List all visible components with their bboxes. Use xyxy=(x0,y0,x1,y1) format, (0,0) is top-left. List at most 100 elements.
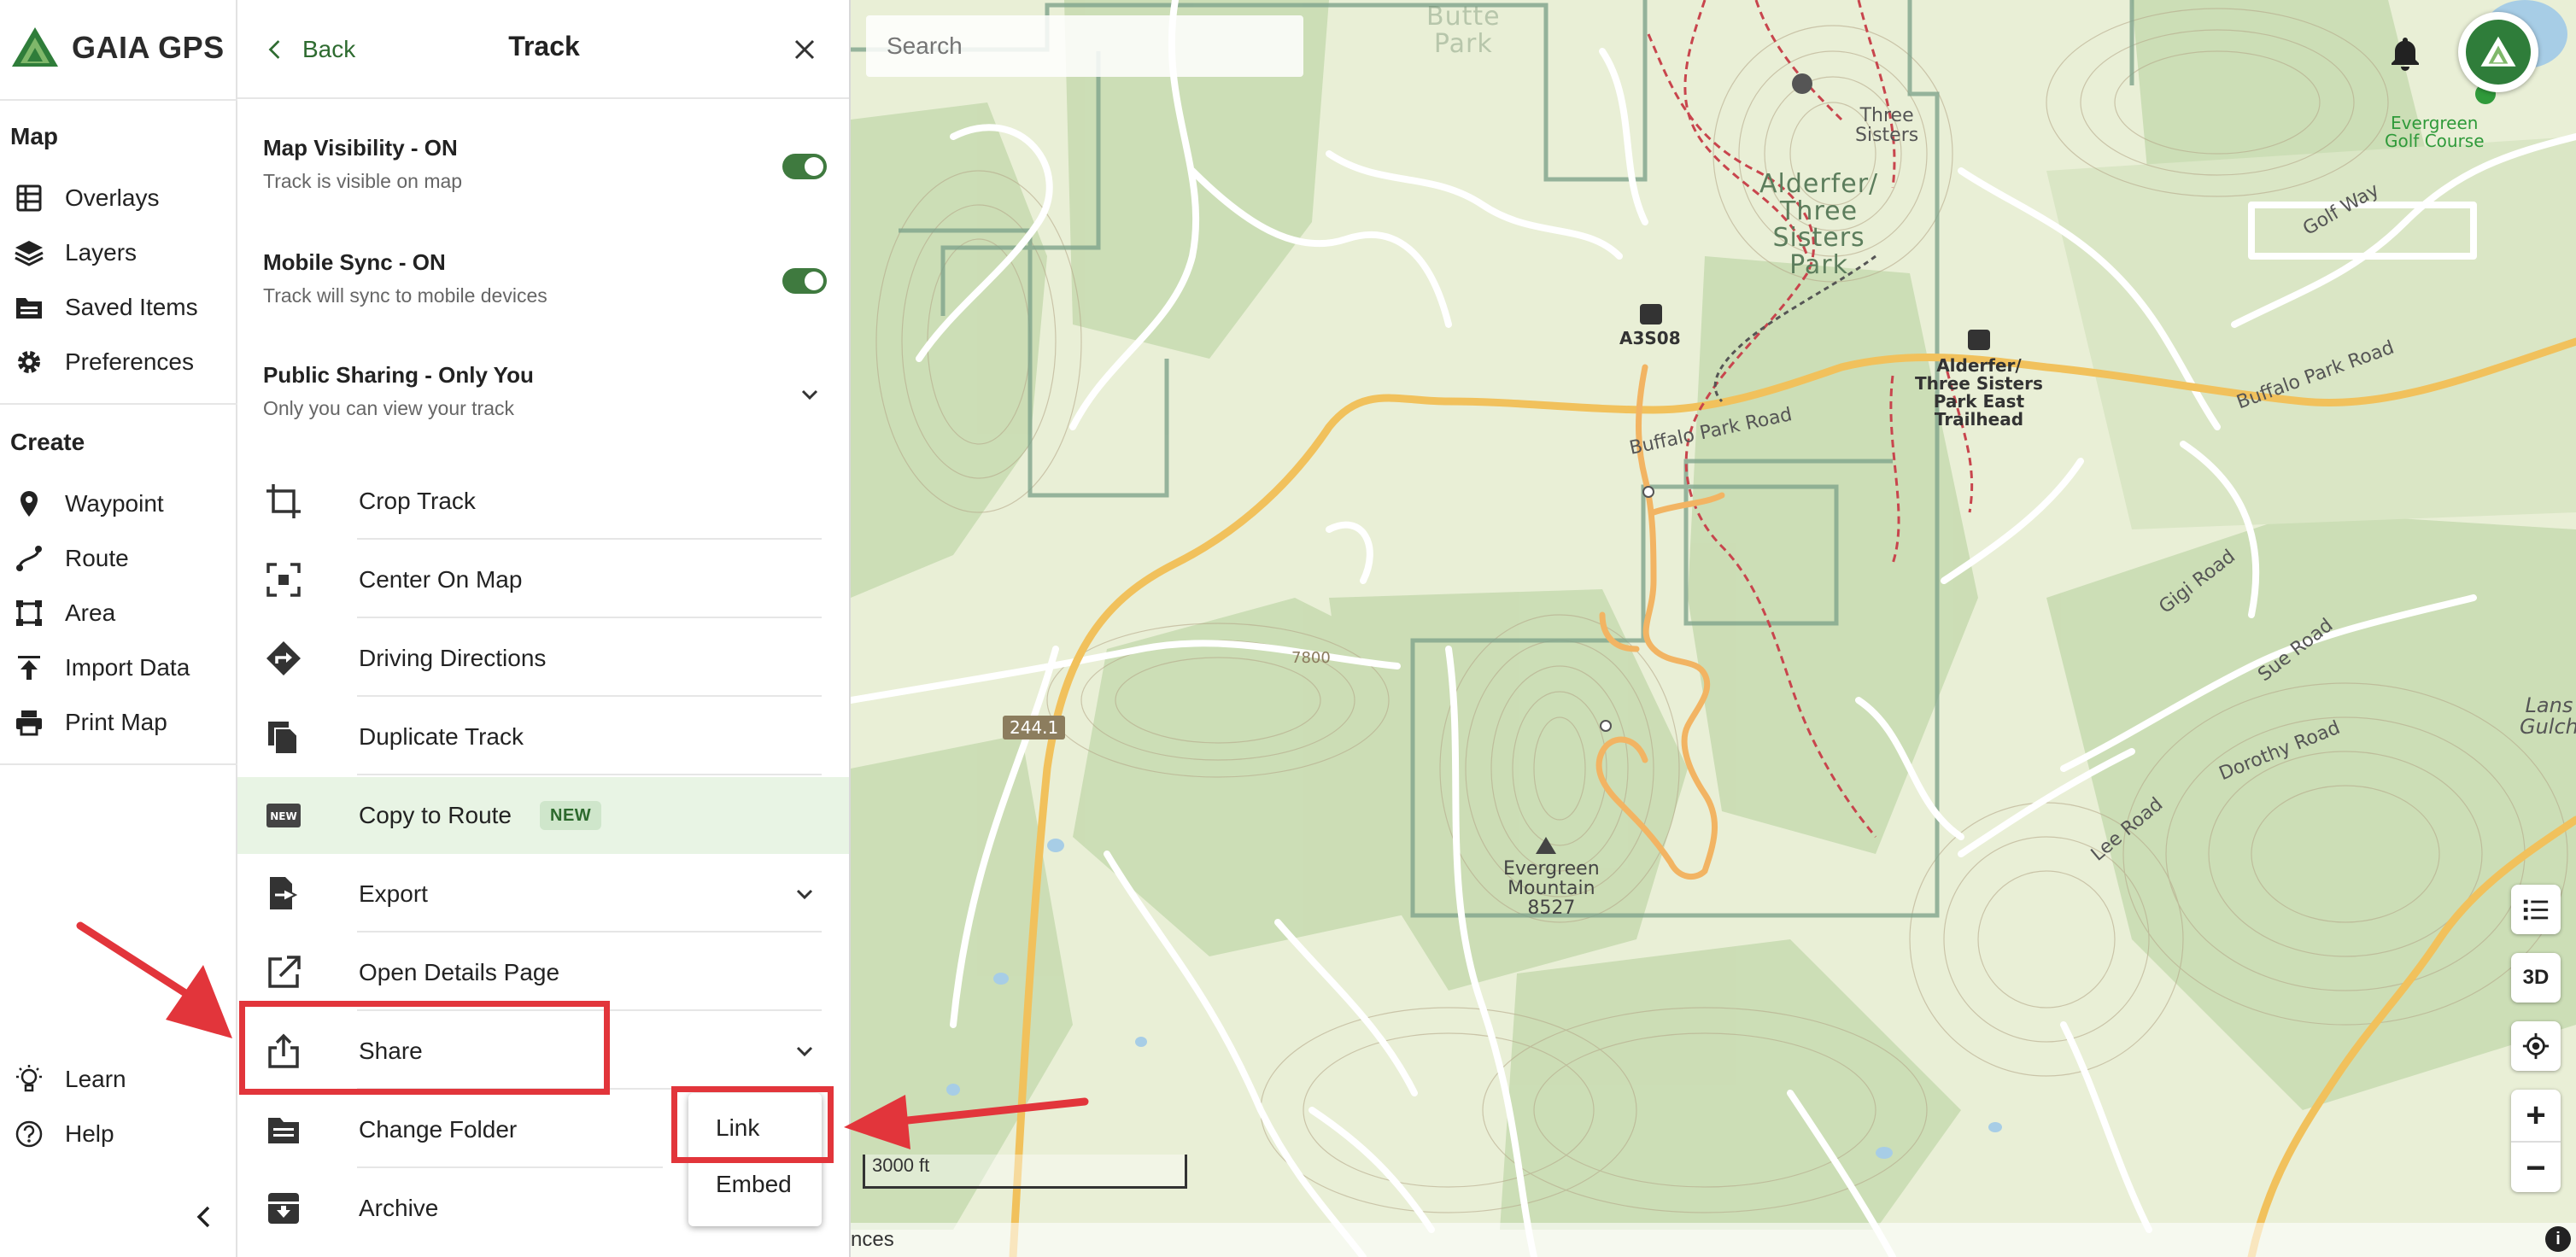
action-label: Center On Map xyxy=(359,566,523,593)
3d-button[interactable]: 3D xyxy=(2511,953,2561,1003)
legend-list-button[interactable] xyxy=(2511,885,2561,934)
nav-item-overlays[interactable]: Overlays xyxy=(12,174,225,222)
create-section-heading: Create xyxy=(10,429,85,455)
nav-label: Preferences xyxy=(65,348,194,375)
center-focus-icon xyxy=(265,561,302,599)
duplicate-track-action[interactable]: Duplicate Track xyxy=(237,699,849,775)
info-button[interactable]: i xyxy=(2545,1226,2571,1252)
nav-label: Import Data xyxy=(65,654,190,681)
nav-label: Saved Items xyxy=(65,294,198,320)
park-label: Alderfer/ Three Sisters Park xyxy=(1759,169,1879,280)
zoom-out-button[interactable]: − xyxy=(2511,1143,2561,1194)
trailhead-a3s08-label: A3S08 xyxy=(1619,328,1681,348)
butte-park-label: Butte Park xyxy=(1426,2,1501,59)
nav-divider xyxy=(0,403,237,405)
nav-item-learn[interactable]: Learn xyxy=(12,1055,225,1103)
directions-icon xyxy=(265,640,302,677)
share-action[interactable]: Share xyxy=(237,1013,849,1090)
locate-button[interactable] xyxy=(2511,1021,2561,1071)
mobile-sync-subtitle: Track will sync to mobile devices xyxy=(263,284,547,307)
map-view[interactable]: Alderfer/ Three Sisters Park Three Siste… xyxy=(851,0,2576,1257)
action-label: Change Folder xyxy=(359,1116,518,1143)
public-sharing-row[interactable]: Public Sharing - Only You Only you can v… xyxy=(263,362,827,420)
zoom-in-button[interactable]: + xyxy=(2511,1090,2561,1143)
route-shield: 244.1 xyxy=(1003,716,1066,740)
nav-label: Learn xyxy=(65,1066,126,1092)
nav-item-area[interactable]: Area xyxy=(12,589,225,637)
map-visibility-toggle[interactable] xyxy=(782,154,827,179)
nav-label: Layers xyxy=(65,239,138,266)
new-icon: NEW xyxy=(265,797,302,834)
public-sharing-subtitle: Only you can view your track xyxy=(263,397,515,419)
action-label: Share xyxy=(359,1038,423,1064)
action-label: Open Details Page xyxy=(359,959,560,985)
panel-header: Back Track xyxy=(237,0,849,99)
gaia-logo[interactable]: GAIA GPS xyxy=(10,22,225,73)
action-label: Duplicate Track xyxy=(359,723,524,750)
panel-title: Track xyxy=(508,31,580,61)
action-label: Copy to Route xyxy=(359,802,512,828)
action-label: Crop Track xyxy=(359,488,476,514)
nav-item-help[interactable]: Help xyxy=(12,1110,225,1158)
lans-gulch-label: Lans Gulch xyxy=(2520,693,2576,740)
crop-track-action[interactable]: Crop Track xyxy=(237,463,849,540)
help-icon xyxy=(12,1117,46,1151)
zoom-controls: + − xyxy=(2511,1090,2561,1192)
close-button[interactable] xyxy=(784,29,825,70)
nav-item-preferences[interactable]: Preferences xyxy=(12,338,225,386)
track-panel: Back Track Map Visibility - ON Track is … xyxy=(237,0,851,1257)
chevron-down-icon xyxy=(796,889,813,900)
chevron-down-icon xyxy=(801,389,818,400)
driving-directions-action[interactable]: Driving Directions xyxy=(237,620,849,697)
evergreen-mountain-label: Evergreen Mountain 8527 xyxy=(1503,858,1600,920)
route-icon xyxy=(12,541,46,576)
nav-label: Area xyxy=(65,599,116,626)
pin-icon xyxy=(12,487,46,521)
overlays-icon xyxy=(12,181,46,215)
nav-item-layers[interactable]: Layers xyxy=(12,229,225,277)
mobile-sync-title: Mobile Sync - ON xyxy=(263,249,446,275)
crop-icon xyxy=(265,482,302,520)
printer-icon xyxy=(12,705,46,740)
upload-icon xyxy=(12,651,46,685)
mobile-sync-row: Mobile Sync - ON Track will sync to mobi… xyxy=(263,249,827,307)
nav-label: Route xyxy=(65,545,129,571)
map-visibility-subtitle: Track is visible on map xyxy=(263,170,463,192)
share-icon xyxy=(265,1032,302,1070)
nav-item-saved-items[interactable]: Saved Items xyxy=(12,284,225,331)
nav-item-waypoint[interactable]: Waypoint xyxy=(12,480,225,528)
duplicate-icon xyxy=(265,718,302,756)
center-on-map-action[interactable]: Center On Map xyxy=(237,541,849,618)
export-icon xyxy=(265,875,302,913)
user-avatar-button[interactable] xyxy=(2458,12,2538,92)
action-label: Archive xyxy=(359,1195,439,1221)
new-badge: NEW xyxy=(540,801,602,830)
action-label: Export xyxy=(359,880,428,907)
collapse-sidebar-button[interactable] xyxy=(183,1196,225,1238)
scale-bar: 3000 ft xyxy=(863,1155,1187,1189)
map-attribution[interactable]: nces xyxy=(851,1223,2576,1257)
open-details-page-action[interactable]: Open Details Page xyxy=(237,934,849,1011)
nav-item-print-map[interactable]: Print Map xyxy=(12,699,225,746)
folder-icon xyxy=(265,1111,302,1149)
mobile-sync-toggle[interactable] xyxy=(782,268,827,294)
bell-icon[interactable] xyxy=(2386,34,2424,72)
nav-label: Help xyxy=(65,1120,114,1147)
share-link-option[interactable]: Link xyxy=(688,1100,822,1156)
list-icon xyxy=(2523,899,2549,921)
brand-name: GAIA GPS xyxy=(72,30,225,65)
chevron-left-icon xyxy=(196,1206,210,1228)
folder-icon xyxy=(12,290,46,324)
copy-to-route-action[interactable]: NEW Copy to Route NEW xyxy=(237,777,849,854)
share-embed-option[interactable]: Embed xyxy=(688,1156,822,1213)
action-label: Driving Directions xyxy=(359,645,547,671)
search-input[interactable] xyxy=(866,15,1303,77)
export-action[interactable]: Export xyxy=(237,856,849,933)
archive-icon xyxy=(265,1190,302,1227)
map-section-heading: Map xyxy=(10,123,58,149)
nav-label: Overlays xyxy=(65,184,160,211)
gaia-avatar-icon xyxy=(2466,20,2531,85)
svg-text:NEW: NEW xyxy=(270,810,296,822)
nav-item-import-data[interactable]: Import Data xyxy=(12,644,225,692)
nav-item-route[interactable]: Route xyxy=(12,535,225,582)
